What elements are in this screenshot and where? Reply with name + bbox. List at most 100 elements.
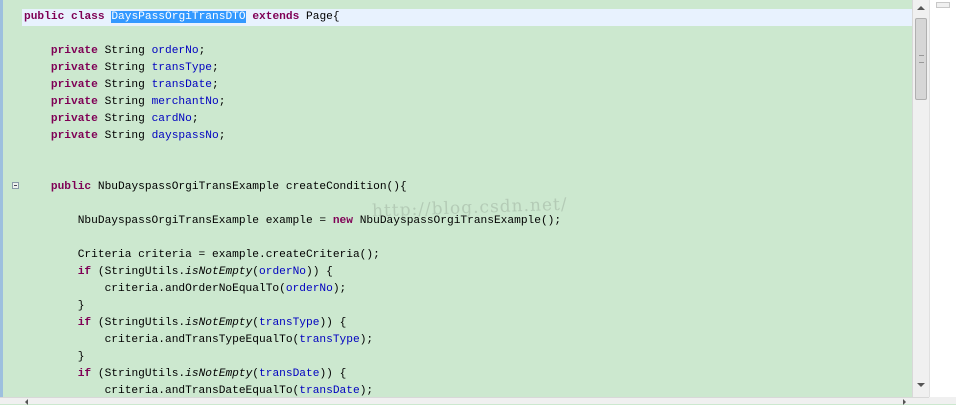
code-token: } [24,300,85,312]
code-token: ; [218,130,226,142]
code-line[interactable]: if (StringUtils.isNotEmpty(orderNo)) { [24,264,561,281]
keyword-token: private [50,130,98,142]
field-token: transType [151,62,213,74]
code-token: Page{ [299,11,340,23]
code-token: ; [218,96,226,108]
code-token: ; [212,79,219,91]
code-token: )) { [319,368,347,380]
code-line[interactable]: private String orderNo; [24,43,561,60]
field-token: cardNo [151,113,192,125]
code-token: ; [198,45,206,57]
code-token: ; [191,113,199,125]
code-line[interactable]: if (StringUtils.isNotEmpty(transDate)) { [24,366,561,383]
keyword-token: public [50,181,92,193]
code-token: String [97,79,152,91]
horizontal-scrollbar[interactable] [0,397,929,405]
code-token: ( [252,266,260,278]
code-token: NbuDayspassOrgiTransExample example = [24,215,333,227]
keyword-token: private [50,96,98,108]
selected-text: DaysPassOrgiTransDTO [111,11,246,23]
code-token: String [97,113,152,125]
overview-ruler-marker[interactable] [936,2,950,8]
code-token: criteria.andTransDateEqualTo( [24,385,300,397]
scroll-down-arrow-icon[interactable] [913,377,929,393]
code-token: )) { [319,317,347,329]
code-line[interactable]: criteria.andOrderNoEqualTo(orderNo); [24,281,561,298]
code-token: ); [359,385,374,397]
code-line[interactable] [24,230,561,247]
field-token: orderNo [285,283,333,295]
code-token: String [97,62,152,74]
field-token: merchantNo [151,96,219,108]
code-token: criteria.andTransTypeEqualTo( [24,334,300,346]
field-token: dayspassNo [151,130,219,142]
code-token: Criteria criteria = example.createCriter… [24,249,380,261]
keyword-token: public [24,11,65,23]
code-token: } [24,351,85,363]
code-line[interactable]: private String transType; [24,60,561,77]
editor-top-strip [0,0,912,9]
method-token: isNotEmpty [185,368,253,380]
code-editor[interactable]: public class DaysPassOrgiTransDTO extend… [0,0,912,397]
code-line[interactable]: if (StringUtils.isNotEmpty(transType)) { [24,315,561,332]
field-token: transType [259,317,320,329]
keyword-token: private [50,79,98,91]
code-line[interactable]: private String dayspassNo; [24,128,561,145]
code-token: NbuDayspassOrgiTransExample createCondit… [91,181,407,193]
code-line[interactable]: public class DaysPassOrgiTransDTO extend… [24,9,561,26]
code-token: ; [212,62,219,74]
code-line[interactable]: Criteria criteria = example.createCriter… [24,247,561,264]
code-token: (StringUtils. [91,266,186,278]
keyword-token: class [71,11,105,23]
keyword-token: private [50,62,98,74]
keyword-token: if [77,368,92,380]
code-line[interactable]: } [24,349,561,366]
code-token: (StringUtils. [91,368,186,380]
code-token: ( [252,317,260,329]
method-token: isNotEmpty [185,266,253,278]
code-line[interactable]: criteria.andTransTypeEqualTo(transType); [24,332,561,349]
code-token: criteria.andOrderNoEqualTo( [24,283,286,295]
field-token: orderNo [151,45,199,57]
code-line[interactable] [24,26,561,43]
keyword-token: private [50,113,98,125]
vertical-scrollbar[interactable] [912,0,929,397]
code-line[interactable]: } [24,298,561,315]
editor-gutter [0,0,22,397]
field-token: transType [299,334,360,346]
code-token: String [97,130,152,142]
gutter-change-bar [0,0,3,397]
code-token: ); [359,334,374,346]
code-line[interactable]: criteria.andTransDateEqualTo(transDate); [24,383,561,397]
code-line[interactable]: private String transDate; [24,77,561,94]
code-line[interactable]: public NbuDayspassOrgiTransExample creat… [24,179,561,196]
code-line[interactable]: private String merchantNo; [24,94,561,111]
code-token: ); [332,283,347,295]
code-token: String [97,96,152,108]
overview-ruler[interactable] [929,0,956,397]
code-token: (StringUtils. [91,317,186,329]
vertical-scrollbar-thumb[interactable] [915,18,927,100]
method-token: isNotEmpty [185,317,253,329]
fold-collapse-icon[interactable] [12,182,19,189]
keyword-token: if [77,266,92,278]
scrollbar-corner [929,397,956,404]
field-token: orderNo [259,266,307,278]
code-line[interactable] [24,162,561,179]
keyword-token: private [50,45,98,57]
code-token: ( [252,368,260,380]
code-line[interactable] [24,145,561,162]
code-line[interactable]: private String cardNo; [24,111,561,128]
code-token: )) { [306,266,333,278]
field-token: transDate [151,79,213,91]
scroll-up-arrow-icon[interactable] [913,0,929,16]
keyword-token: if [77,317,92,329]
field-token: transDate [259,368,320,380]
